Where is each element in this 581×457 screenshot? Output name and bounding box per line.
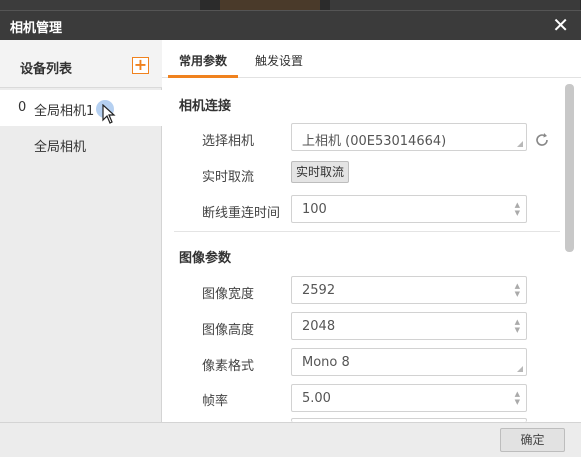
close-icon[interactable]: ✕ — [552, 14, 569, 36]
background-segment — [0, 0, 200, 10]
frame-rate-label: 帧率 — [202, 394, 229, 409]
device-list-item[interactable]: 全局相机 — [0, 126, 162, 162]
live-capture-label: 实时取流 — [202, 170, 255, 185]
select-camera-label: 选择相机 — [202, 134, 255, 149]
image-height-value: 2048 — [302, 319, 336, 334]
select-camera-value: 上相机 (00E53014664) — [302, 134, 447, 149]
frame-rate-value: 5.00 — [302, 391, 331, 406]
image-width-spinbox[interactable]: 2592 ▲ ▼ — [291, 276, 527, 304]
add-icon[interactable]: + — [132, 57, 149, 74]
device-name: 全局相机1 — [34, 104, 95, 119]
reconnect-time-spinbox[interactable]: 100 ▲ ▼ — [291, 195, 527, 223]
spin-arrows-icon[interactable]: ▲ ▼ — [515, 201, 520, 217]
image-height-label: 图像高度 — [202, 323, 255, 338]
device-list-panel: 设备列表 + 0 全局相机1 全局相机 — [0, 40, 162, 422]
dialog-footer: 确定 — [0, 422, 581, 457]
ok-button[interactable]: 确定 — [500, 428, 565, 452]
background-segment — [220, 0, 320, 10]
pixel-format-dropdown[interactable]: Mono 8 — [291, 348, 527, 376]
spin-arrows-icon[interactable]: ▲ ▼ — [515, 282, 520, 298]
frame-rate-spinbox[interactable]: 5.00 ▲ ▼ — [291, 384, 527, 412]
spin-arrows-icon[interactable]: ▲ ▼ — [515, 318, 520, 334]
image-width-label: 图像宽度 — [202, 287, 255, 302]
active-tab-indicator — [168, 75, 238, 78]
dialog-body: 设备列表 + 0 全局相机1 全局相机 常用参数 触发设置 相机连接 选择相机 … — [0, 40, 581, 422]
spin-arrows-icon[interactable]: ▲ ▼ — [515, 390, 520, 406]
image-width-value: 2592 — [302, 283, 336, 298]
device-name: 全局相机 — [34, 140, 87, 155]
background-segment — [330, 0, 580, 10]
device-list-item[interactable]: 0 全局相机1 — [0, 90, 162, 126]
window-title: 相机管理 — [10, 21, 63, 36]
live-capture-button[interactable]: 实时取流 — [291, 161, 349, 183]
mouse-cursor-icon — [102, 104, 116, 124]
refresh-icon[interactable] — [534, 132, 550, 148]
settings-panel: 常用参数 触发设置 相机连接 选择相机 上相机 (00E53014664) 实时… — [162, 40, 581, 422]
pixel-format-value: Mono 8 — [302, 355, 350, 370]
vertical-scrollbar[interactable] — [565, 84, 575, 420]
scrollbar-thumb[interactable] — [565, 84, 574, 252]
tab-common-params[interactable]: 常用参数 — [179, 52, 227, 69]
image-height-spinbox[interactable]: 2048 ▲ ▼ — [291, 312, 527, 340]
reconnect-time-label: 断线重连时间 — [202, 206, 281, 221]
dropdown-corner-icon — [517, 366, 523, 372]
select-camera-dropdown[interactable]: 上相机 (00E53014664) — [291, 123, 527, 151]
tab-trigger-settings[interactable]: 触发设置 — [255, 52, 303, 69]
device-list-header: 设备列表 + — [0, 40, 162, 88]
dropdown-corner-icon — [517, 141, 523, 147]
tab-bar: 常用参数 触发设置 — [162, 40, 581, 78]
pixel-format-label: 像素格式 — [202, 359, 255, 374]
window-titlebar: 相机管理 ✕ — [0, 10, 581, 40]
reconnect-time-value: 100 — [302, 202, 327, 217]
device-index: 0 — [18, 100, 27, 115]
section-divider — [174, 231, 560, 232]
section-title-image-params: 图像参数 — [179, 251, 232, 266]
device-list-title: 设备列表 — [20, 62, 73, 77]
section-title-camera-connection: 相机连接 — [179, 99, 232, 114]
top-background-strip — [0, 0, 581, 10]
